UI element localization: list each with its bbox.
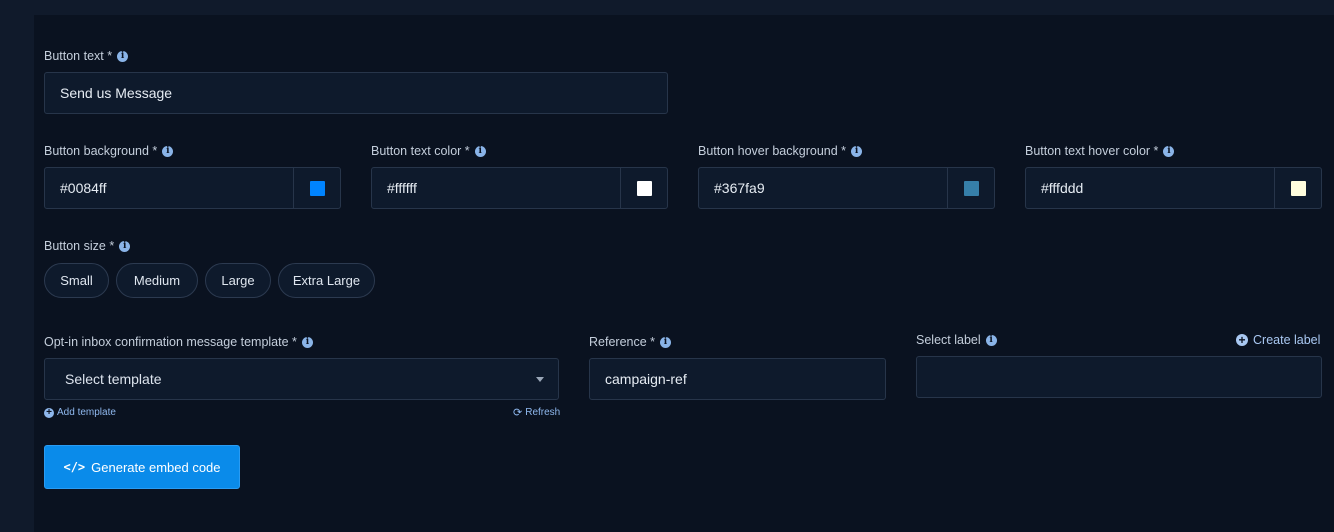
button-text-input[interactable]: Send us Message	[44, 72, 668, 114]
button-text-hover-color-value: #fffddd	[1041, 180, 1084, 196]
generate-embed-code-label: Generate embed code	[91, 459, 221, 475]
button-text-hover-color-input[interactable]: #fffddd	[1025, 167, 1322, 209]
button-background-label-text: Button background *	[44, 144, 158, 158]
code-icon: </>	[63, 460, 86, 474]
select-label-label: Select label i	[916, 333, 997, 347]
button-text-color-input[interactable]: #ffffff	[371, 167, 668, 209]
button-text-label-text: Button text *	[44, 49, 113, 63]
button-background-value: #0084ff	[60, 180, 107, 196]
select-label-input[interactable]	[916, 356, 1322, 398]
color-swatch	[1290, 180, 1306, 196]
color-picker-button[interactable]	[947, 168, 994, 208]
reference-label: Reference * i	[589, 335, 672, 349]
template-select-placeholder: Select template	[65, 371, 162, 387]
size-option-large[interactable]: Large	[205, 263, 271, 298]
template-select[interactable]: Select template	[44, 358, 559, 400]
refresh-link[interactable]: ⟳ Refresh	[513, 406, 560, 419]
create-label-link-text: Create label	[1253, 333, 1321, 347]
color-swatch	[963, 180, 979, 196]
button-text-value: Send us Message	[60, 85, 173, 101]
button-background-input[interactable]: #0084ff	[44, 167, 341, 209]
color-picker-button[interactable]	[293, 168, 340, 208]
refresh-icon: ⟳	[513, 407, 523, 419]
button-text-hover-color-label: Button text hover color * i	[1025, 144, 1175, 158]
button-text-color-value: #ffffff	[387, 180, 417, 196]
info-icon[interactable]: i	[119, 240, 131, 252]
color-picker-button[interactable]	[620, 168, 667, 208]
button-hover-background-label-text: Button hover background *	[698, 144, 847, 158]
chevron-down-icon	[536, 376, 544, 382]
color-picker-button[interactable]	[1274, 168, 1321, 208]
color-swatch	[309, 180, 325, 196]
info-icon[interactable]: i	[985, 334, 997, 346]
size-option-label: Extra Large	[292, 273, 361, 288]
button-hover-background-value: #367fa9	[714, 180, 765, 196]
info-icon[interactable]: i	[1163, 145, 1175, 157]
size-option-medium[interactable]: Medium	[116, 263, 198, 298]
info-icon[interactable]: i	[162, 145, 174, 157]
template-label-text: Opt-in inbox confirmation message templa…	[44, 335, 297, 349]
template-label: Opt-in inbox confirmation message templa…	[44, 335, 313, 349]
size-option-small[interactable]: Small	[44, 263, 109, 298]
info-icon[interactable]: i	[851, 145, 863, 157]
size-option-label: Small	[60, 273, 93, 288]
button-text-color-label-text: Button text color *	[371, 144, 470, 158]
refresh-link-text: Refresh	[525, 407, 561, 418]
button-background-label: Button background * i	[44, 144, 174, 158]
size-option-label: Medium	[133, 273, 181, 288]
size-option-label: Large	[221, 273, 255, 288]
color-swatch	[636, 180, 652, 196]
plus-circle-icon: +	[44, 407, 54, 418]
button-text-label: Button text * i	[44, 49, 129, 63]
plus-circle-icon: +	[1236, 334, 1248, 346]
button-hover-background-input[interactable]: #367fa9	[698, 167, 995, 209]
info-icon[interactable]: i	[301, 336, 313, 348]
button-text-color-label: Button text color * i	[371, 144, 486, 158]
reference-value: campaign-ref	[605, 371, 687, 387]
info-icon[interactable]: i	[660, 336, 672, 348]
add-template-link[interactable]: + Add template	[44, 407, 116, 418]
select-label-label-text: Select label	[916, 333, 981, 347]
reference-input[interactable]: campaign-ref	[589, 358, 886, 400]
button-size-label: Button size * i	[44, 239, 131, 253]
add-template-link-text: Add template	[57, 407, 116, 418]
size-option-extra-large[interactable]: Extra Large	[278, 263, 375, 298]
generate-embed-code-button[interactable]: </> Generate embed code	[44, 445, 240, 489]
button-hover-background-label: Button hover background * i	[698, 144, 863, 158]
reference-label-text: Reference *	[589, 335, 656, 349]
info-icon[interactable]: i	[117, 50, 129, 62]
button-text-hover-color-label-text: Button text hover color *	[1025, 144, 1159, 158]
info-icon[interactable]: i	[474, 145, 486, 157]
button-size-label-text: Button size *	[44, 239, 115, 253]
create-label-link[interactable]: + Create label	[1236, 333, 1320, 347]
